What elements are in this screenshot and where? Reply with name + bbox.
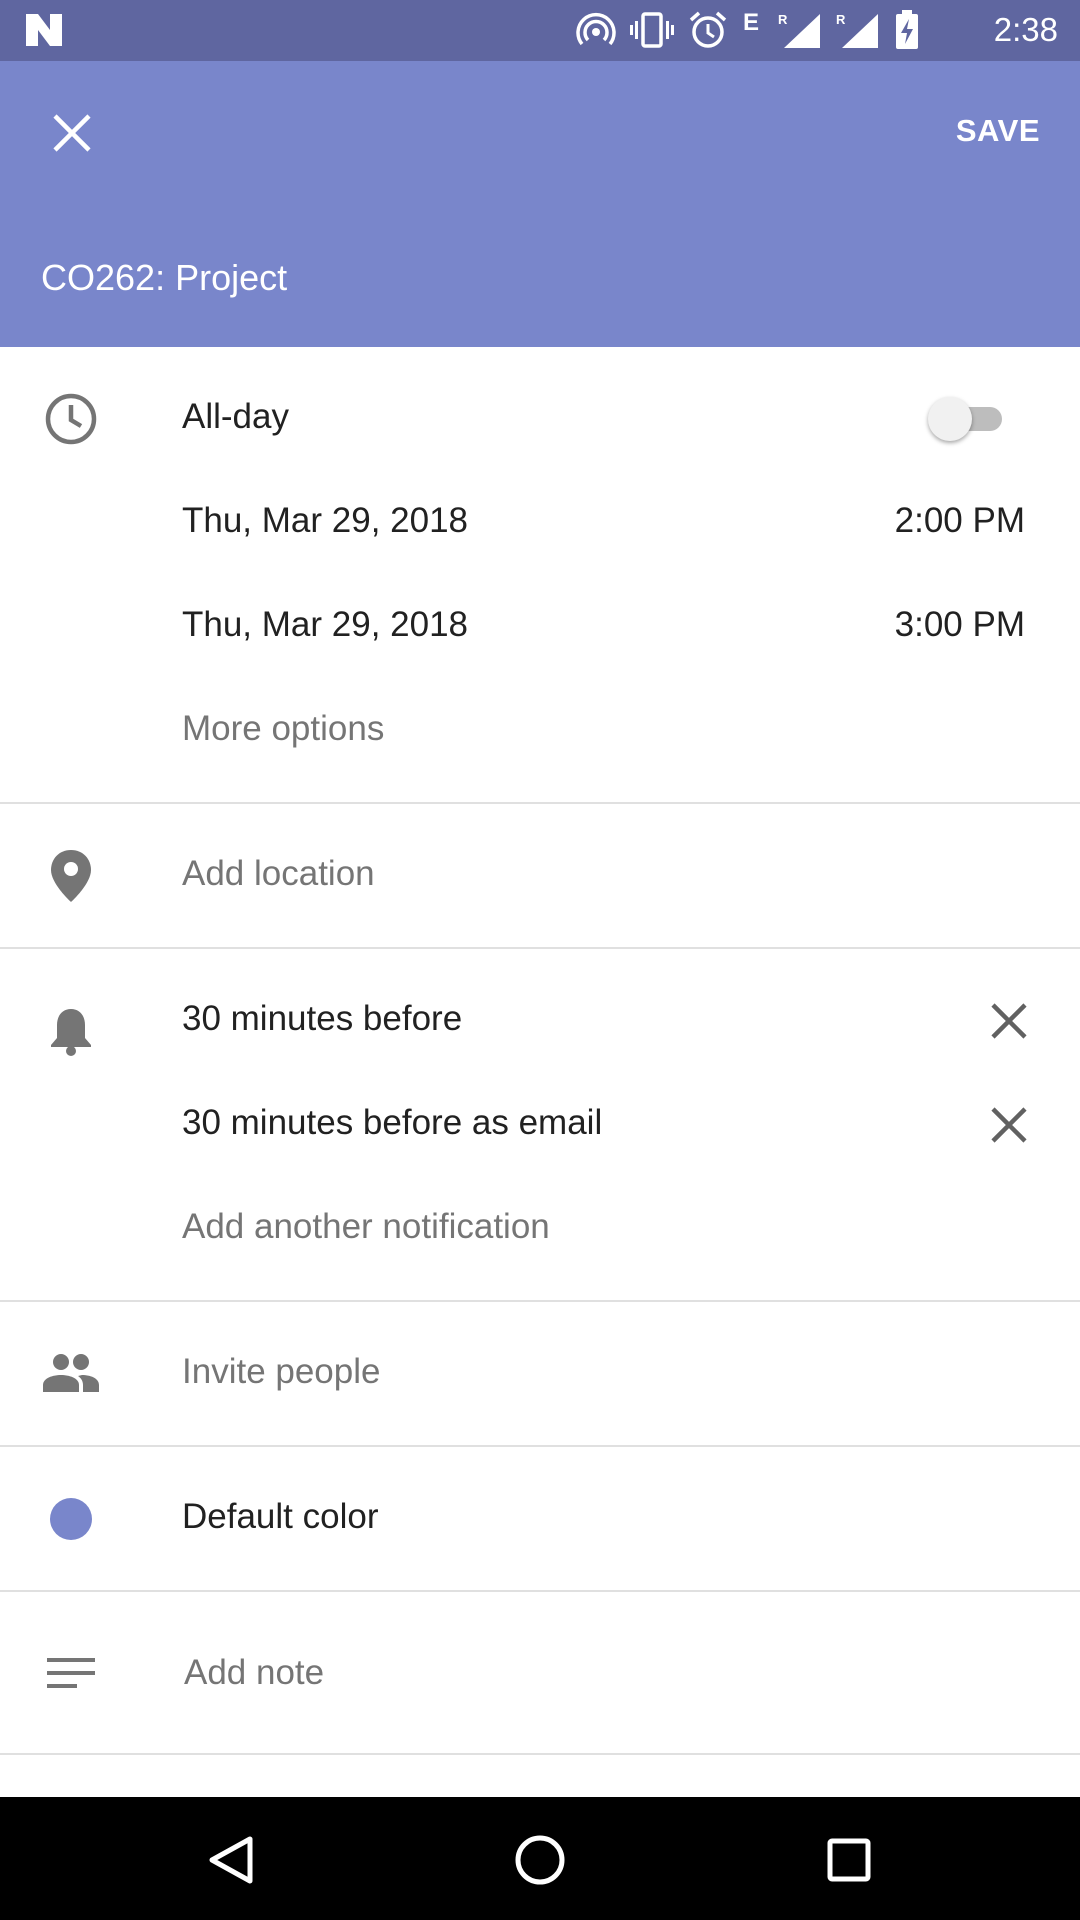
event-title-input[interactable]: CO262: Project: [41, 257, 287, 299]
more-options-link[interactable]: More options: [182, 709, 384, 749]
invite-people-field[interactable]: Invite people: [182, 1352, 380, 1392]
back-icon: [209, 1836, 253, 1884]
close-icon: [991, 1107, 1027, 1143]
notification-n-icon: [26, 14, 62, 46]
end-time[interactable]: 3:00 PM: [895, 605, 1025, 645]
remove-notification-button[interactable]: [986, 998, 1032, 1044]
divider: [0, 1590, 1080, 1592]
status-bar: E R R 2:38: [0, 0, 1080, 61]
people-icon: [38, 1340, 104, 1406]
remove-notification-button[interactable]: [986, 1102, 1032, 1148]
back-button[interactable]: [196, 1825, 266, 1895]
end-date[interactable]: Thu, Mar 29, 2018: [182, 605, 468, 645]
divider: [0, 1445, 1080, 1447]
add-location-field[interactable]: Add location: [182, 854, 375, 894]
divider: [0, 1753, 1080, 1755]
start-date[interactable]: Thu, Mar 29, 2018: [182, 501, 468, 541]
app-bar: SAVE CO262: Project: [0, 61, 1080, 347]
divider: [0, 1300, 1080, 1302]
battery-charging-icon: [896, 10, 918, 49]
status-icons: E R R: [576, 10, 920, 50]
bell-icon: [38, 998, 104, 1064]
close-icon: [991, 1003, 1027, 1039]
all-day-toggle[interactable]: [928, 397, 1014, 441]
add-note-field[interactable]: Add note: [184, 1653, 324, 1693]
notes-icon: [38, 1640, 104, 1706]
status-clock: 2:38: [993, 11, 1058, 48]
svg-text:R: R: [778, 12, 788, 27]
close-button[interactable]: [40, 101, 104, 165]
notification-item[interactable]: 30 minutes before as email: [182, 1103, 602, 1143]
start-time[interactable]: 2:00 PM: [895, 501, 1025, 541]
save-button[interactable]: SAVE: [956, 113, 1040, 149]
notification-item[interactable]: 30 minutes before: [182, 999, 462, 1039]
hotspot-icon: [576, 13, 616, 46]
vibrate-icon: [630, 12, 674, 48]
divider: [0, 947, 1080, 949]
close-icon: [53, 114, 91, 152]
signal-roaming-icon: R: [778, 12, 820, 48]
recents-button[interactable]: [814, 1825, 884, 1895]
all-day-label: All-day: [182, 397, 289, 436]
home-button[interactable]: [505, 1825, 575, 1895]
signal-roaming-icon: R: [836, 12, 878, 48]
svg-text:E: E: [743, 10, 759, 36]
recents-icon: [827, 1838, 871, 1882]
default-color-dot: [50, 1498, 92, 1540]
network-e-icon: E: [743, 10, 759, 36]
location-pin-icon: [38, 843, 104, 909]
add-notification-link[interactable]: Add another notification: [182, 1207, 550, 1247]
alarm-icon: [689, 11, 727, 48]
divider: [0, 802, 1080, 804]
color-selector[interactable]: Default color: [182, 1497, 378, 1537]
svg-text:R: R: [836, 12, 846, 27]
clock-icon: [38, 386, 104, 452]
home-icon: [515, 1835, 565, 1885]
color-swatch-icon: [38, 1486, 104, 1552]
toggle-thumb: [928, 397, 972, 441]
navigation-bar: [0, 1797, 1080, 1920]
